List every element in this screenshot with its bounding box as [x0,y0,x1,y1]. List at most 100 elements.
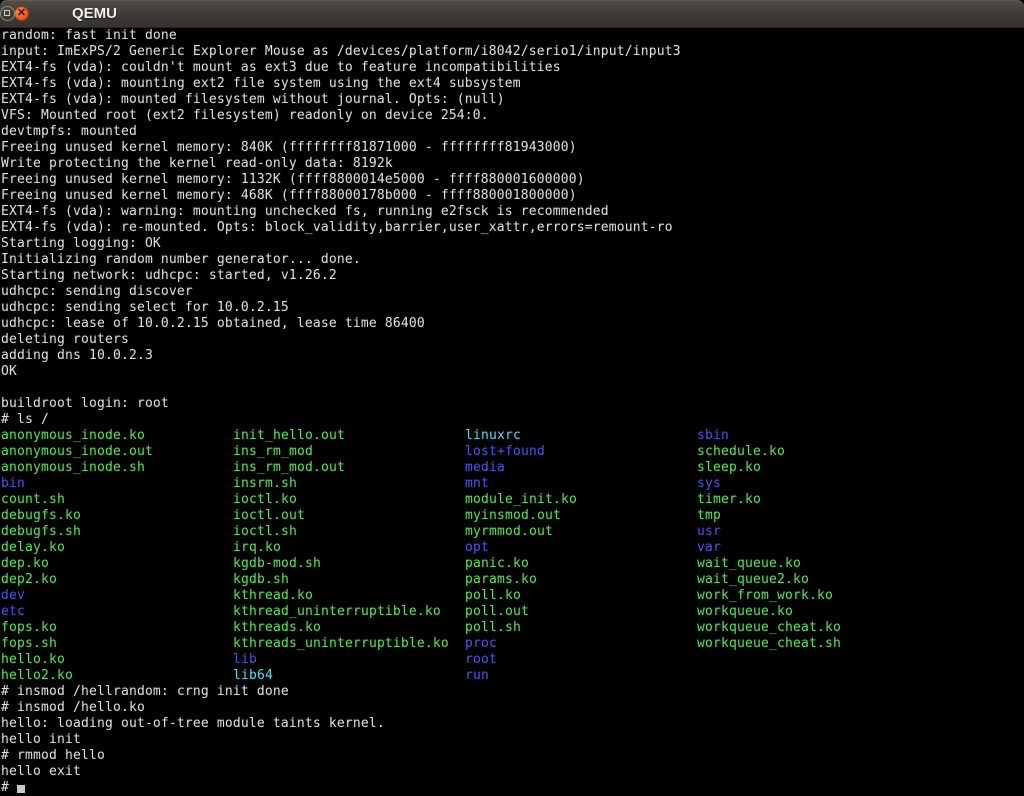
file-entry: kthreads_uninterruptible.ko [233,636,465,652]
file-entry: kthread.ko [233,588,465,604]
file-entry: module_init.ko [465,492,697,508]
terminal-line: EXT4-fs (vda): re-mounted. Opts: block_v… [1,220,1024,236]
file-entry: kgdb.sh [233,572,465,588]
file-entry: mnt [465,476,697,492]
file-entry: hello.ko [1,652,233,668]
window-title: QEMU [72,0,117,27]
terminal-line: VFS: Mounted root (ext2 filesystem) read… [1,108,1024,124]
ls-row: etckthread_uninterruptible.kopoll.outwor… [1,604,1024,620]
terminal-line: adding dns 10.0.2.3 [1,348,1024,364]
terminal-line: # ls / [1,412,1024,428]
maximize-icon [4,10,10,16]
terminal-line: Freeing unused kernel memory: 1132K (fff… [1,172,1024,188]
terminal-line: Freeing unused kernel memory: 840K (ffff… [1,140,1024,156]
file-entry: sys [697,476,721,492]
terminal-line: random: fast init done [1,28,1024,44]
file-entry: debugfs.sh [1,524,233,540]
ls-row: debugfs.shioctl.shmyrmmod.outusr [1,524,1024,540]
file-entry: workqueue_cheat.sh [697,636,841,652]
terminal-line: Write protecting the kernel read-only da… [1,156,1024,172]
terminal-line [1,380,1024,396]
file-listing: anonymous_inode.koinit_hello.outlinuxrcs… [1,428,1024,684]
file-entry: ioctl.out [233,508,465,524]
file-entry: dep.ko [1,556,233,572]
file-entry: ins_rm_mod.out [233,460,465,476]
file-entry: anonymous_inode.out [1,444,233,460]
terminal-line: OK [1,364,1024,380]
terminal-line: buildroot login: root [1,396,1024,412]
file-entry: ioctl.sh [233,524,465,540]
terminal-line: hello: loading out-of-tree module taints… [1,716,1024,732]
file-entry: bin [1,476,233,492]
file-entry: root [465,652,497,668]
file-entry: myrmmod.out [465,524,697,540]
ls-row: anonymous_inode.shins_rm_mod.outmediasle… [1,460,1024,476]
file-entry: workqueue_cheat.ko [697,620,841,636]
ls-row: hello.kolibroot [1,652,1024,668]
ls-row: count.shioctl.komodule_init.kotimer.ko [1,492,1024,508]
prompt-line: # [1,780,1024,796]
terminal-line: EXT4-fs (vda): warning: mounting uncheck… [1,204,1024,220]
ls-row: fops.shkthreads_uninterruptible.koprocwo… [1,636,1024,652]
terminal-line: Initializing random number generator... … [1,252,1024,268]
terminal-line: deleting routers [1,332,1024,348]
terminal-line: devtmpfs: mounted [1,124,1024,140]
terminal-line: Freeing unused kernel memory: 468K (ffff… [1,188,1024,204]
file-entry: panic.ko [465,556,697,572]
file-entry: kgdb-mod.sh [233,556,465,572]
file-entry: fops.sh [1,636,233,652]
ls-row: anonymous_inode.koinit_hello.outlinuxrcs… [1,428,1024,444]
terminal-line: hello init [1,732,1024,748]
file-entry: ioctl.ko [233,492,465,508]
shell-prompt: # [1,780,17,795]
file-entry: poll.out [465,604,697,620]
file-entry: workqueue.ko [697,604,793,620]
file-entry: wait_queue.ko [697,556,801,572]
file-entry: lib64 [233,668,465,684]
titlebar[interactable]: ✕ QEMU [0,0,1024,28]
file-entry: timer.ko [697,492,761,508]
ls-row: dep.kokgdb-mod.shpanic.kowait_queue.ko [1,556,1024,572]
ls-row: anonymous_inode.outins_rm_modlost+founds… [1,444,1024,460]
terminal-line: udhcpc: sending select for 10.0.2.15 [1,300,1024,316]
close-button[interactable]: ✕ [14,6,29,21]
ls-row: bininsrm.shmntsys [1,476,1024,492]
file-entry: proc [465,636,697,652]
boot-log: random: fast init doneinput: ImExPS/2 Ge… [1,28,1024,428]
file-entry: kthreads.ko [233,620,465,636]
file-entry: kthread_uninterruptible.ko [233,604,465,620]
terminal-line: # insmod /hello.ko [1,700,1024,716]
file-entry: linuxrc [465,428,697,444]
terminal-line: hello exit [1,764,1024,780]
file-entry: lib [233,652,465,668]
file-entry: ins_rm_mod [233,444,465,460]
terminal-line: # rmmod hello [1,748,1024,764]
file-entry: anonymous_inode.ko [1,428,233,444]
file-entry: wait_queue2.ko [697,572,809,588]
ls-row: delay.koirq.kooptvar [1,540,1024,556]
close-icon: ✕ [15,7,28,20]
file-entry: anonymous_inode.sh [1,460,233,476]
cursor [17,785,25,793]
file-entry: sbin [697,428,729,444]
ls-row: debugfs.koioctl.outmyinsmod.outtmp [1,508,1024,524]
file-entry: sleep.ko [697,460,761,476]
file-entry: debugfs.ko [1,508,233,524]
terminal-screen[interactable]: random: fast init doneinput: ImExPS/2 Ge… [0,28,1024,796]
maximize-button[interactable] [0,6,15,21]
terminal-line: EXT4-fs (vda): couldn't mount as ext3 du… [1,60,1024,76]
file-entry: usr [697,524,721,540]
file-entry: work_from_work.ko [697,588,833,604]
qemu-window: ✕ QEMU random: fast init doneinput: ImEx… [0,0,1024,796]
file-entry: poll.sh [465,620,697,636]
file-entry: run [465,668,489,684]
file-entry: poll.ko [465,588,697,604]
file-entry: dev [1,588,233,604]
terminal-line: EXT4-fs (vda): mounted filesystem withou… [1,92,1024,108]
terminal-line: EXT4-fs (vda): mounting ext2 file system… [1,76,1024,92]
file-entry: etc [1,604,233,620]
ls-row: hello2.kolib64run [1,668,1024,684]
file-entry: init_hello.out [233,428,465,444]
file-entry: var [697,540,721,556]
terminal-line: udhcpc: lease of 10.0.2.15 obtained, lea… [1,316,1024,332]
